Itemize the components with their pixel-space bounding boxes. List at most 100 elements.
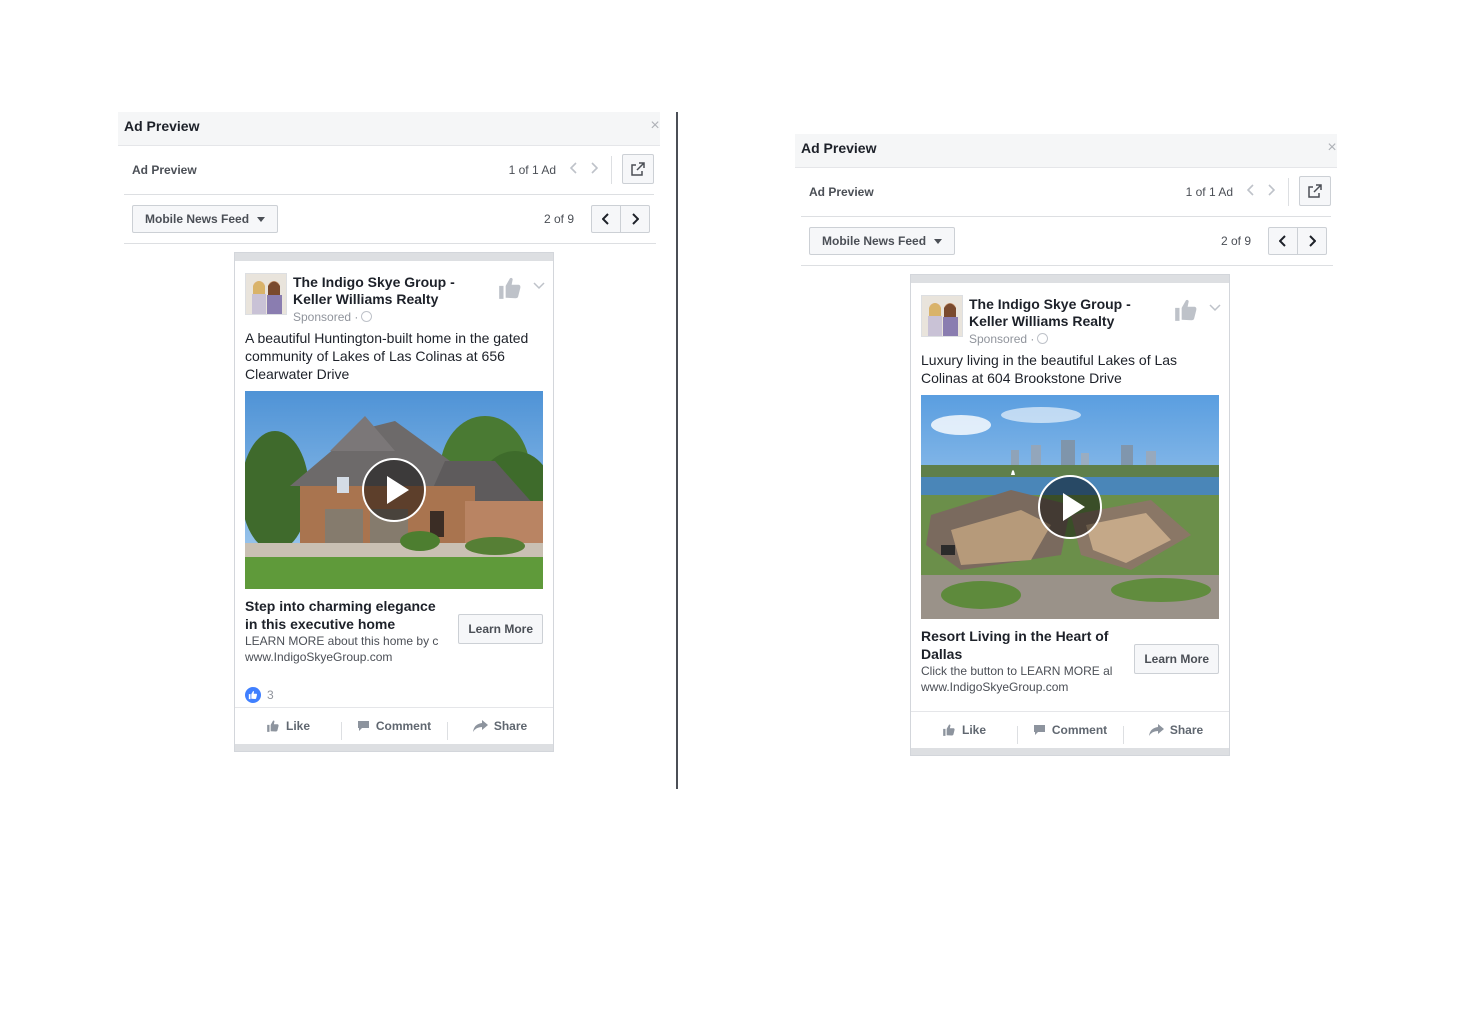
reaction-summary[interactable]: 3 bbox=[235, 675, 553, 707]
placement-dropdown[interactable]: Mobile News Feed bbox=[132, 205, 279, 233]
video-thumbnail[interactable] bbox=[921, 395, 1219, 619]
link-description: LEARN MORE about this home by c bbox=[245, 634, 439, 648]
external-link-icon[interactable] bbox=[622, 154, 654, 184]
play-icon[interactable] bbox=[362, 458, 426, 522]
ad-preview-panel-right: Ad Preview × Ad Preview 1 of 1 Ad Mobile… bbox=[795, 134, 1337, 756]
like-label: Like bbox=[961, 723, 986, 737]
placement-row: Mobile News Feed 2 of 9 bbox=[801, 217, 1333, 266]
ad-post-card: The Indigo Skye Group - Keller Williams … bbox=[234, 252, 554, 752]
next-placement-button[interactable] bbox=[620, 206, 649, 232]
thumbs-up-icon[interactable] bbox=[1173, 297, 1199, 328]
chevron-left-icon[interactable] bbox=[566, 159, 582, 179]
caret-down-icon bbox=[934, 239, 943, 245]
panel-title: Ad Preview bbox=[124, 118, 200, 134]
comment-icon bbox=[1033, 725, 1045, 735]
link-preview[interactable]: Resort Living in the Heart of Dallas Cli… bbox=[911, 619, 1229, 711]
placement-count: 2 of 9 bbox=[543, 212, 574, 226]
chevron-down-icon[interactable] bbox=[533, 277, 545, 295]
close-icon[interactable]: × bbox=[1323, 139, 1341, 157]
ad-preview-label: Ad Preview bbox=[132, 163, 197, 177]
sponsored-text: Sponsored · bbox=[969, 332, 1035, 346]
link-url: www.IndigoSkyeGroup.com bbox=[921, 680, 1069, 694]
link-preview[interactable]: Step into charming elegance in this exec… bbox=[235, 589, 553, 675]
thumbs-up-icon bbox=[943, 724, 955, 736]
post-text: Luxury living in the beautiful Lakes of … bbox=[921, 352, 1178, 386]
chevron-left-icon[interactable] bbox=[1243, 181, 1259, 201]
link-title: Resort Living in the Heart of Dallas bbox=[921, 628, 1109, 662]
share-button[interactable]: Share bbox=[1123, 723, 1229, 744]
panel-header: Ad Preview × bbox=[795, 134, 1337, 168]
share-label: Share bbox=[1169, 723, 1204, 737]
ad-selector-row: Ad Preview 1 of 1 Ad bbox=[124, 146, 654, 195]
card-bottom-bar bbox=[235, 744, 553, 751]
placement-pager bbox=[1268, 227, 1327, 255]
card-bottom-bar bbox=[911, 748, 1229, 755]
reaction-count: 3 bbox=[267, 688, 274, 702]
post-actions: Like Comment Share bbox=[235, 707, 553, 744]
sponsored-label: Sponsored · bbox=[293, 310, 373, 324]
placement-value: Mobile News Feed bbox=[822, 234, 927, 248]
ad-count: 1 of 1 Ad bbox=[508, 163, 556, 177]
ad-post-card: The Indigo Skye Group - Keller Williams … bbox=[910, 274, 1230, 756]
next-placement-button[interactable] bbox=[1297, 228, 1326, 254]
comment-label: Comment bbox=[1051, 723, 1108, 737]
placement-pager bbox=[591, 205, 650, 233]
post-actions: Like Comment Share bbox=[911, 711, 1229, 748]
chevron-right-icon[interactable] bbox=[586, 159, 602, 179]
like-reaction-icon bbox=[245, 687, 261, 703]
chevron-down-icon[interactable] bbox=[1209, 299, 1221, 317]
learn-more-button[interactable]: Learn More bbox=[1134, 644, 1219, 674]
prev-placement-button[interactable] bbox=[592, 206, 620, 232]
chevron-left-icon bbox=[1279, 235, 1286, 247]
placement-row: Mobile News Feed 2 of 9 bbox=[124, 195, 656, 244]
play-icon[interactable] bbox=[1038, 475, 1102, 539]
placement-count: 2 of 9 bbox=[1220, 234, 1251, 248]
card-top-bar bbox=[235, 253, 553, 261]
thumbs-up-icon[interactable] bbox=[497, 275, 523, 306]
separator bbox=[611, 156, 612, 184]
thumbs-up-icon bbox=[267, 720, 279, 732]
like-label: Like bbox=[285, 719, 310, 733]
avatar[interactable] bbox=[921, 295, 963, 337]
post-header: The Indigo Skye Group - Keller Williams … bbox=[911, 283, 1229, 351]
external-link-icon[interactable] bbox=[1299, 176, 1331, 206]
panel-header: Ad Preview × bbox=[118, 112, 660, 146]
globe-icon bbox=[361, 311, 373, 322]
comment-icon bbox=[357, 721, 369, 731]
chevron-left-icon bbox=[602, 213, 609, 225]
caret-down-icon bbox=[257, 217, 266, 223]
close-icon[interactable]: × bbox=[646, 117, 664, 135]
ad-preview-label: Ad Preview bbox=[809, 185, 874, 199]
chevron-right-icon bbox=[632, 213, 639, 225]
comment-button[interactable]: Comment bbox=[1017, 723, 1123, 744]
share-button[interactable]: Share bbox=[447, 719, 553, 740]
sponsored-label: Sponsored · bbox=[969, 332, 1049, 346]
comment-label: Comment bbox=[375, 719, 432, 733]
learn-more-button[interactable]: Learn More bbox=[458, 614, 543, 644]
card-top-bar bbox=[911, 275, 1229, 283]
chevron-right-icon[interactable] bbox=[1263, 181, 1279, 201]
prev-placement-button[interactable] bbox=[1269, 228, 1297, 254]
like-button[interactable]: Like bbox=[235, 719, 341, 733]
ad-preview-panel-left: Ad Preview × Ad Preview 1 of 1 Ad Mobile… bbox=[118, 112, 660, 752]
page-name[interactable]: The Indigo Skye Group - Keller Williams … bbox=[969, 296, 1149, 330]
panel-divider bbox=[676, 112, 678, 789]
placement-value: Mobile News Feed bbox=[145, 212, 250, 226]
avatar[interactable] bbox=[245, 273, 287, 315]
separator bbox=[1288, 178, 1289, 206]
chevron-right-icon bbox=[1309, 235, 1316, 247]
share-icon bbox=[1148, 724, 1164, 736]
sponsored-text: Sponsored · bbox=[293, 310, 359, 324]
post-text: A beautiful Huntington-built home in the… bbox=[245, 330, 529, 382]
share-label: Share bbox=[493, 719, 528, 733]
link-title: Step into charming elegance in this exec… bbox=[245, 598, 436, 632]
placement-dropdown[interactable]: Mobile News Feed bbox=[809, 227, 956, 255]
post-header: The Indigo Skye Group - Keller Williams … bbox=[235, 261, 553, 329]
like-button[interactable]: Like bbox=[911, 723, 1017, 737]
ad-count: 1 of 1 Ad bbox=[1185, 185, 1233, 199]
globe-icon bbox=[1037, 333, 1049, 344]
comment-button[interactable]: Comment bbox=[341, 719, 447, 740]
page-name[interactable]: The Indigo Skye Group - Keller Williams … bbox=[293, 274, 473, 308]
video-thumbnail[interactable] bbox=[245, 391, 543, 589]
panel-title: Ad Preview bbox=[801, 140, 877, 156]
